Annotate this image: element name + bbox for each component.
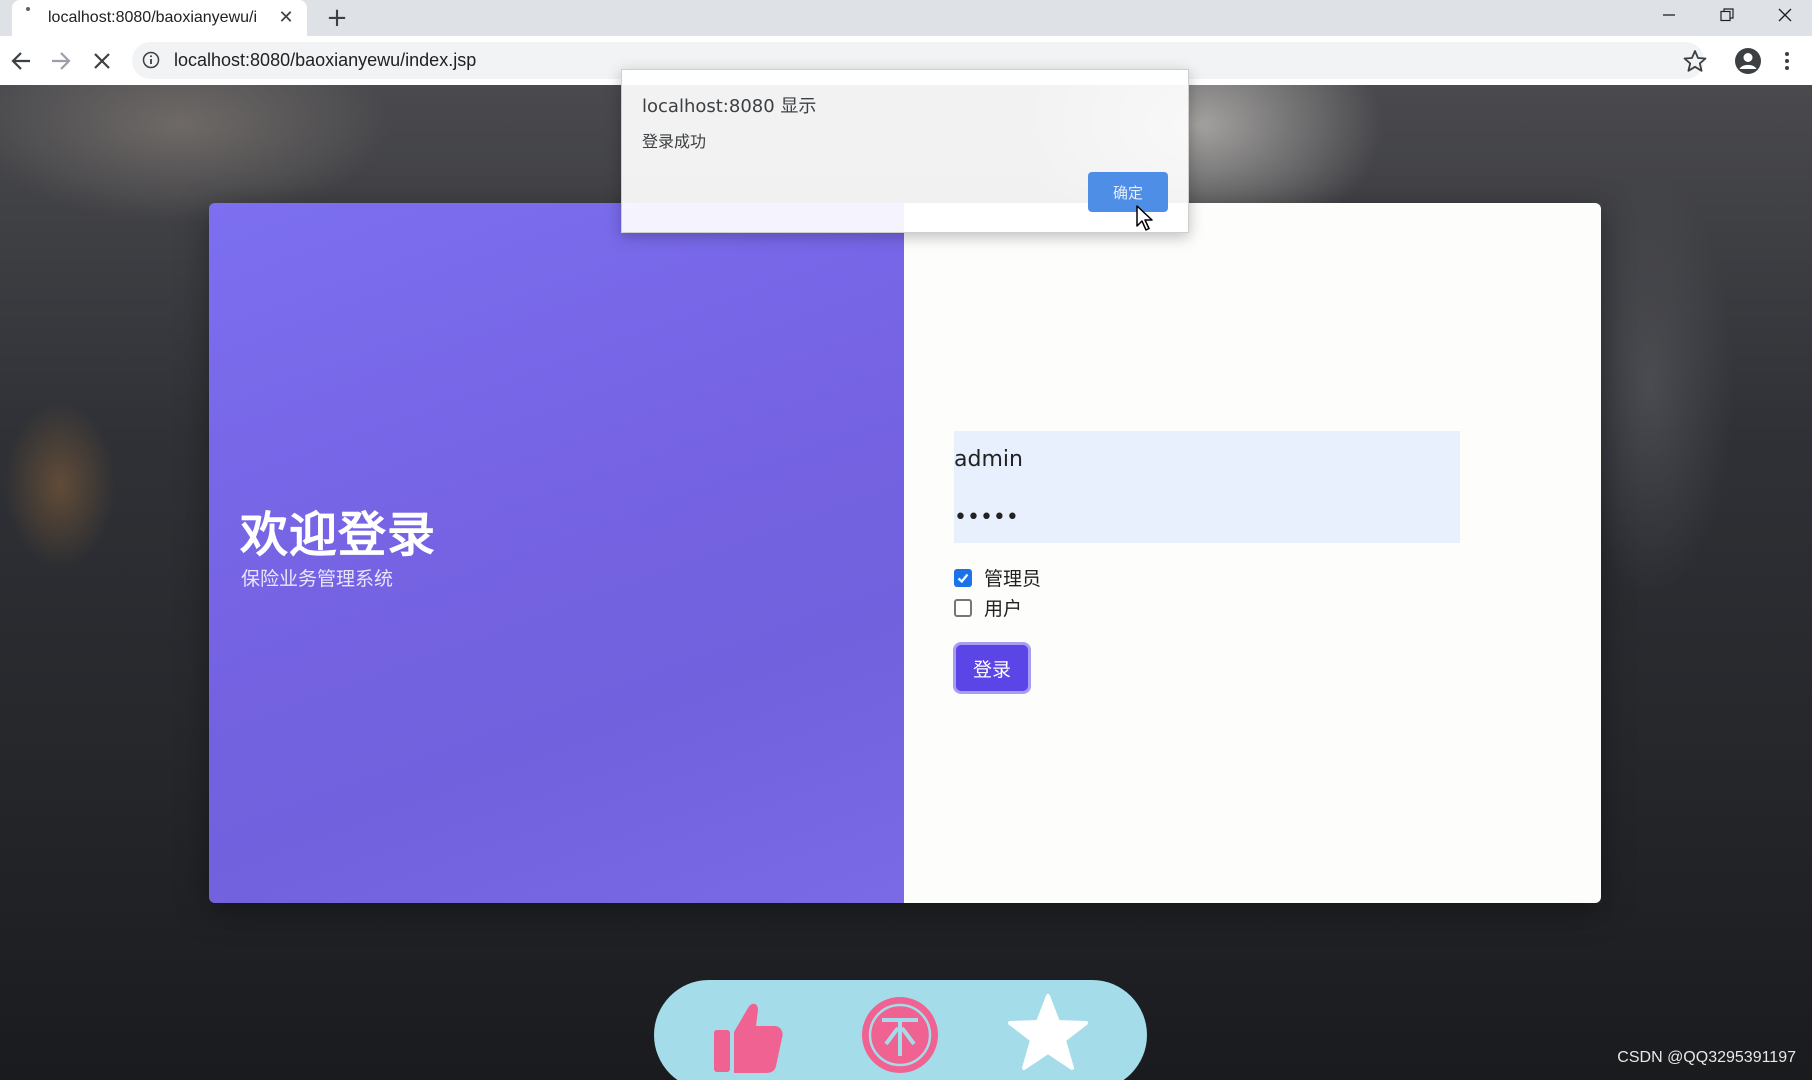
alert-dialog: localhost:8080 显示 登录成功 确定 [621,69,1189,233]
stop-loading-button[interactable] [89,48,115,74]
new-tab-button[interactable]: + [322,3,352,33]
alert-message: 登录成功 [642,132,707,151]
login-card: 欢迎登录 保险业务管理系统 管理员 用户 登录 [209,203,1601,903]
back-button[interactable] [8,48,34,74]
tab-title: localhost:8080/baoxianyewu/i [48,9,258,26]
check-icon [957,573,969,583]
stop-icon [94,53,110,69]
forward-button[interactable] [48,48,74,74]
restore-icon [1720,8,1734,22]
minimize-button[interactable] [1640,0,1698,30]
admin-label: 管理员 [984,568,1042,590]
close-window-button[interactable] [1756,0,1812,30]
browser-tab[interactable]: localhost:8080/baoxianyewu/i ✕ [12,0,307,36]
password-input[interactable] [954,497,1460,537]
profile-icon[interactable] [1733,46,1763,76]
thumbs-up-icon[interactable] [708,992,788,1078]
welcome-title: 欢迎登录 [240,507,437,563]
user-label: 用户 [984,598,1023,620]
role-option-user[interactable]: 用户 [954,594,1022,621]
info-icon[interactable] [142,51,160,69]
arrow-left-icon [11,52,30,70]
mouse-cursor-icon [1136,205,1153,231]
star-icon[interactable] [1008,992,1088,1078]
minimize-icon [1663,14,1675,16]
login-form-panel: 管理员 用户 登录 [904,203,1601,903]
alert-ok-button[interactable]: 确定 [1088,172,1168,212]
coin-icon[interactable] [860,992,940,1078]
login-button[interactable]: 登录 [956,645,1028,691]
admin-checkbox[interactable] [954,568,972,587]
welcome-panel: 欢迎登录 保险业务管理系统 [209,203,904,903]
close-icon [1778,8,1792,22]
page-background: 欢迎登录 保险业务管理系统 管理员 用户 登录 [0,85,1812,1080]
tab-close-icon[interactable]: ✕ [277,9,295,27]
user-checkbox[interactable] [954,598,972,617]
more-menu-icon[interactable] [1780,48,1794,74]
arrow-right-icon [52,52,71,70]
bookmark-star-icon[interactable] [1682,48,1708,74]
watermark: CSDN @QQ3295391197 [1617,1049,1796,1066]
username-input[interactable] [954,439,1460,479]
alert-title: localhost:8080 显示 [642,96,817,117]
credential-fields [954,431,1460,543]
system-subtitle: 保险业务管理系统 [241,568,394,590]
loading-favicon-icon [26,7,30,11]
restore-button[interactable] [1698,0,1756,30]
role-option-admin[interactable]: 管理员 [954,564,1041,591]
floating-action-bar [654,980,1147,1080]
browser-tab-bar: localhost:8080/baoxianyewu/i ✕ + [0,0,1812,36]
url-text: localhost:8080/baoxianyewu/index.jsp [174,50,477,70]
